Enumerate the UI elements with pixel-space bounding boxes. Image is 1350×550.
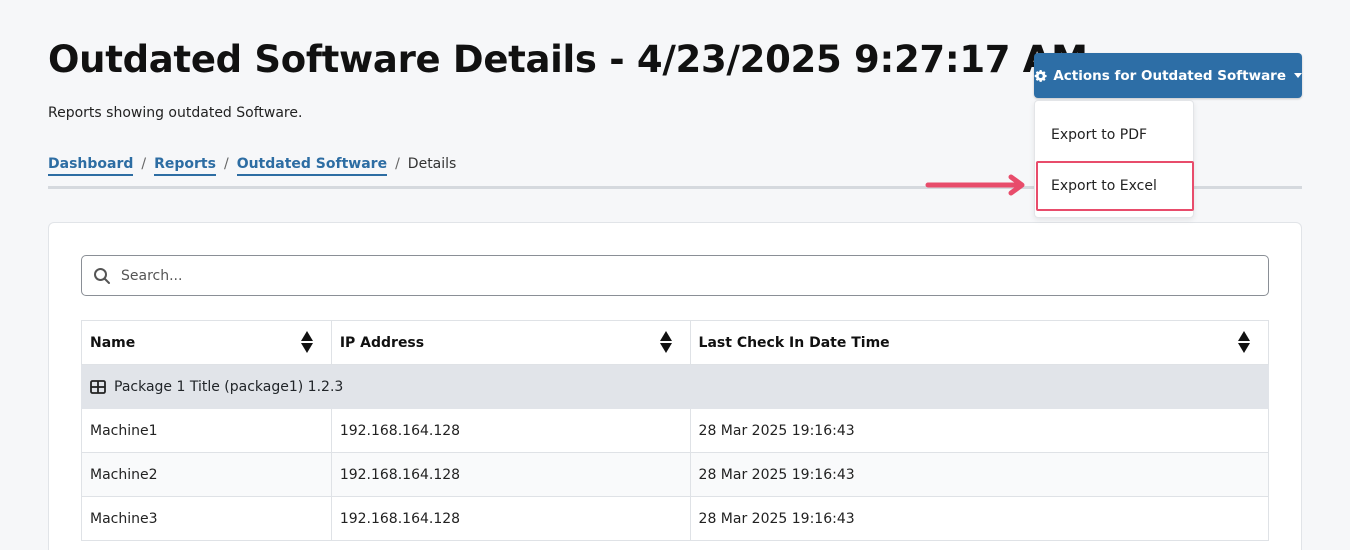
actions-button-label: Actions for Outdated Software xyxy=(1053,67,1286,84)
sort-icon[interactable] xyxy=(1238,331,1250,353)
page-title: Outdated Software Details - 4/23/2025 9:… xyxy=(48,38,1088,81)
caret-down-icon xyxy=(1294,73,1302,78)
breadcrumb-separator: / xyxy=(395,156,400,172)
page-subtitle: Reports showing outdated Software. xyxy=(48,105,303,121)
cell-ip-address: 192.168.164.128 xyxy=(330,452,691,497)
table-row[interactable]: Machine1 192.168.164.128 28 Mar 2025 19:… xyxy=(81,408,1270,453)
column-header-name[interactable]: Name xyxy=(81,320,332,365)
search-icon xyxy=(94,267,110,284)
cell-name: Machine1 xyxy=(81,408,332,453)
group-label: Package 1 Title (package1) 1.2.3 xyxy=(114,378,344,395)
actions-dropdown-button[interactable]: Actions for Outdated Software xyxy=(1034,53,1302,98)
table-row[interactable]: Machine3 192.168.164.128 28 Mar 2025 19:… xyxy=(81,496,1270,541)
table-header-row: Name IP Address Last Check In Date Time xyxy=(81,320,1270,365)
cell-ip-address: 192.168.164.128 xyxy=(330,408,691,453)
search-bar xyxy=(81,255,1269,296)
pointer-arrow-icon xyxy=(925,174,1025,196)
cell-name: Machine3 xyxy=(81,496,332,541)
table-row[interactable]: Machine2 192.168.164.128 28 Mar 2025 19:… xyxy=(81,452,1270,497)
actions-dropdown-menu: Export to PDF Export to Excel xyxy=(1034,100,1194,218)
column-label: Last Check In Date Time xyxy=(698,334,890,351)
search-input[interactable] xyxy=(121,267,1221,284)
breadcrumb-separator: / xyxy=(141,156,147,172)
cell-name: Machine2 xyxy=(81,452,332,497)
breadcrumb: Dashboard / Reports / Outdated Software … xyxy=(48,156,456,176)
breadcrumb-separator: / xyxy=(223,156,229,172)
cell-last-check-in: 28 Mar 2025 19:16:43 xyxy=(689,408,1270,453)
column-label: IP Address xyxy=(339,334,425,351)
column-header-last-check-in[interactable]: Last Check In Date Time xyxy=(689,320,1270,365)
sort-icon[interactable] xyxy=(659,331,672,353)
cell-last-check-in: 28 Mar 2025 19:16:43 xyxy=(689,496,1270,541)
menu-item-export-pdf[interactable]: Export to PDF xyxy=(1051,127,1147,143)
breadcrumb-link-outdated-software[interactable]: Outdated Software xyxy=(236,156,388,176)
cell-last-check-in: 28 Mar 2025 19:16:43 xyxy=(689,452,1270,497)
menu-item-export-excel[interactable]: Export to Excel xyxy=(1051,178,1157,194)
gear-icon xyxy=(1034,69,1047,82)
table-grid-icon xyxy=(90,379,106,394)
breadcrumb-current: Details xyxy=(407,156,457,172)
sort-icon[interactable] xyxy=(300,331,313,353)
column-header-ip-address[interactable]: IP Address xyxy=(330,320,691,365)
software-table: Name IP Address Last Check In Date Time xyxy=(81,320,1270,541)
breadcrumb-link-dashboard[interactable]: Dashboard xyxy=(48,156,134,176)
table-group-row[interactable]: Package 1 Title (package1) 1.2.3 xyxy=(81,364,1269,409)
breadcrumb-link-reports[interactable]: Reports xyxy=(154,156,216,176)
column-label: Name xyxy=(90,334,136,351)
cell-ip-address: 192.168.164.128 xyxy=(330,496,691,541)
